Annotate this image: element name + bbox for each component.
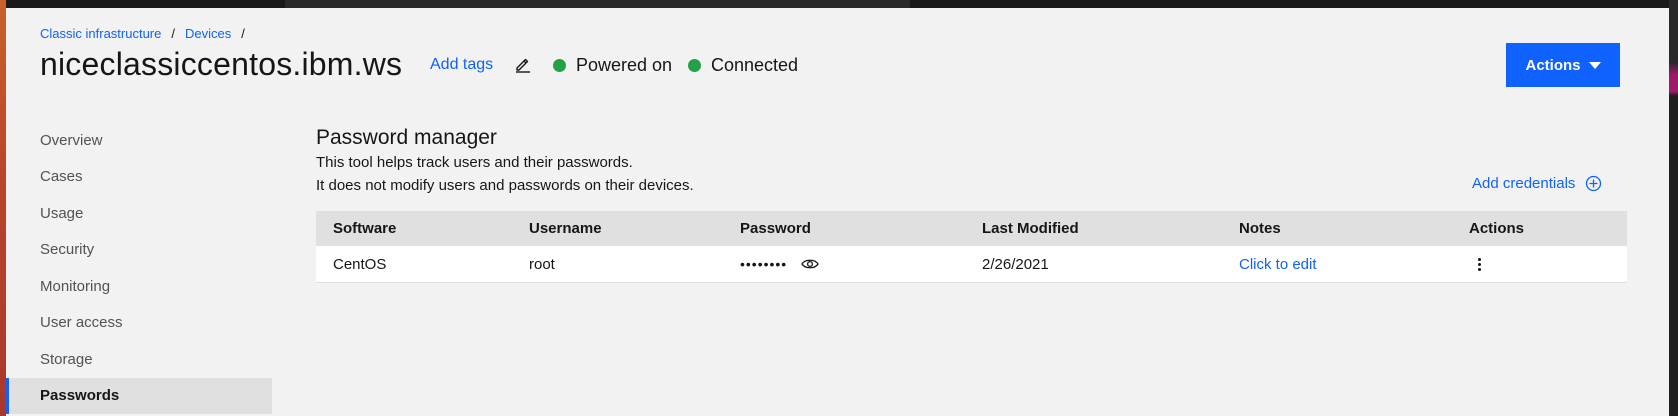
sidebar-item-cases[interactable]: Cases bbox=[6, 159, 272, 196]
window-top-strip-mid bbox=[285, 0, 910, 8]
sidebar-item-label: Usage bbox=[40, 204, 84, 222]
window-top-strip bbox=[0, 0, 1678, 8]
table-row: CentOS root •••••••• 2/26/2021 Click to … bbox=[316, 246, 1627, 283]
column-header-actions: Actions bbox=[1469, 220, 1525, 237]
breadcrumb-classic-infrastructure[interactable]: Classic infrastructure bbox=[40, 26, 161, 41]
table-header-row: Software Username Password Last Modified… bbox=[316, 211, 1627, 246]
breadcrumb-devices[interactable]: Devices bbox=[185, 26, 231, 41]
eye-icon[interactable] bbox=[801, 258, 819, 270]
status-powered-on: Powered on bbox=[553, 55, 672, 76]
breadcrumb: Classic infrastructure / Devices / bbox=[40, 26, 255, 41]
add-credentials-link[interactable]: Add credentials bbox=[1472, 175, 1602, 192]
caret-down-icon bbox=[1588, 61, 1601, 69]
edit-icon[interactable] bbox=[514, 55, 532, 73]
column-header-notes: Notes bbox=[1239, 220, 1281, 237]
sidebar-item-passwords[interactable]: Passwords bbox=[6, 377, 272, 414]
status-dot-icon bbox=[688, 59, 701, 72]
sidebar-item-label: Security bbox=[40, 241, 95, 259]
breadcrumb-separator: / bbox=[241, 26, 245, 41]
breadcrumb-separator: / bbox=[171, 26, 175, 41]
sidebar-item-label: Passwords bbox=[40, 387, 120, 405]
cell-software: CentOS bbox=[333, 255, 387, 273]
sidebar-item-monitoring[interactable]: Monitoring bbox=[6, 268, 272, 305]
sidebar-item-user-access[interactable]: User access bbox=[6, 305, 272, 342]
actions-button-label: Actions bbox=[1525, 56, 1581, 74]
column-header-password: Password bbox=[740, 220, 811, 237]
password-masked: •••••••• bbox=[740, 256, 788, 272]
add-credentials-label: Add credentials bbox=[1472, 175, 1576, 192]
sidebar-item-overview[interactable]: Overview bbox=[6, 122, 272, 159]
sidebar-item-storage[interactable]: Storage bbox=[6, 341, 272, 378]
column-header-software: Software bbox=[333, 220, 397, 237]
add-tags-link[interactable]: Add tags bbox=[430, 56, 493, 74]
notes-edit-link[interactable]: Click to edit bbox=[1239, 246, 1317, 282]
status-connected: Connected bbox=[688, 55, 798, 76]
cell-actions bbox=[1469, 246, 1487, 282]
column-header-username: Username bbox=[529, 220, 602, 237]
overflow-menu-icon[interactable] bbox=[1471, 254, 1487, 274]
column-header-last-modified: Last Modified bbox=[982, 220, 1079, 237]
sidebar-item-label: Monitoring bbox=[40, 277, 111, 295]
credentials-table: Software Username Password Last Modified… bbox=[316, 211, 1627, 283]
section-title: Password manager bbox=[316, 126, 497, 149]
description-line-1: This tool helps track users and their pa… bbox=[316, 154, 633, 171]
description-line-2: It does not modify users and passwords o… bbox=[316, 177, 694, 194]
cell-username: root bbox=[529, 255, 555, 273]
page-title: niceclassiccentos.ibm.ws bbox=[40, 46, 403, 82]
cell-last-modified: 2/26/2021 bbox=[982, 255, 1049, 273]
sidebar-item-label: Storage bbox=[40, 350, 93, 368]
cell-password: •••••••• bbox=[740, 246, 819, 282]
actions-button[interactable]: Actions bbox=[1506, 43, 1620, 87]
status-connected-label: Connected bbox=[711, 55, 799, 75]
sidebar-item-label: Cases bbox=[40, 168, 83, 186]
sidebar-item-label: User access bbox=[40, 314, 123, 332]
status-powered-on-label: Powered on bbox=[576, 55, 673, 75]
sidebar-nav: Overview Cases Usage Security Monitoring… bbox=[6, 122, 272, 414]
sidebar-item-security[interactable]: Security bbox=[6, 232, 272, 269]
sidebar-item-label: Overview bbox=[40, 131, 103, 149]
background-right-edge bbox=[1669, 0, 1678, 416]
add-circle-icon bbox=[1586, 175, 1602, 192]
status-dot-icon bbox=[553, 59, 566, 72]
sidebar-item-usage[interactable]: Usage bbox=[6, 195, 272, 232]
